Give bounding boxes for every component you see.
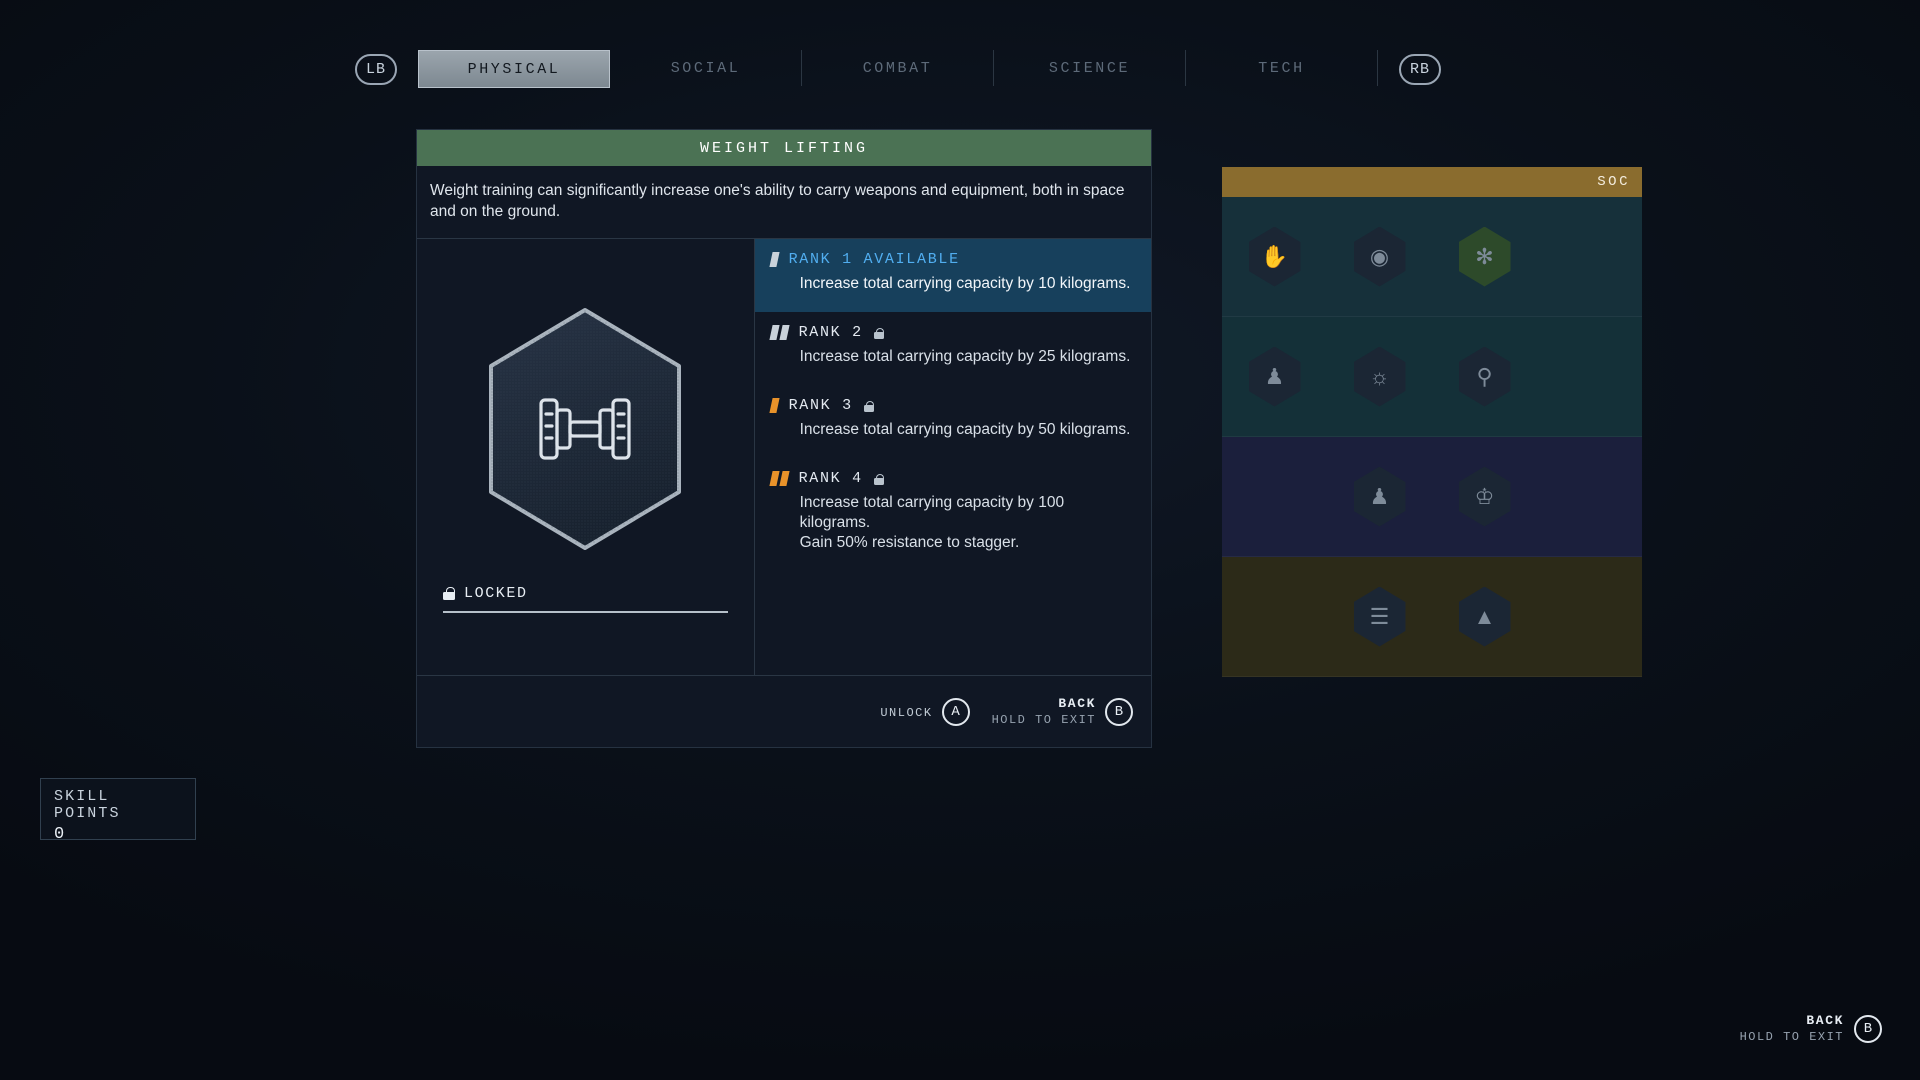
status-badge: LOCKED <box>464 585 528 602</box>
skill-cell[interactable]: ✻ <box>1432 197 1537 317</box>
back-action[interactable]: BACK HOLD TO EXIT B <box>992 696 1133 727</box>
skill-cell[interactable]: ♟ <box>1222 317 1327 437</box>
tab-science[interactable]: SCIENCE <box>994 50 1186 86</box>
person-icon: ♟ <box>1248 346 1301 407</box>
unlock-action[interactable]: UNLOCK A <box>880 697 970 726</box>
global-back-hint[interactable]: BACK HOLD TO EXIT B <box>1740 1013 1882 1044</box>
global-back-sublabel: HOLD TO EXIT <box>1739 1030 1844 1044</box>
plant-icon: ✻ <box>1458 226 1511 287</box>
rank-3-description: Increase total carrying capacity by 50 k… <box>799 421 1131 438</box>
skill-cell[interactable]: ✋ <box>1222 197 1327 317</box>
tab-physical[interactable]: PHYSICAL <box>418 50 610 88</box>
person2-icon: ♔ <box>1458 466 1511 527</box>
skill-cell[interactable] <box>1537 317 1642 437</box>
skill-detail-card: WEIGHT LIFTING Weight training can signi… <box>416 129 1152 748</box>
tab-tech[interactable]: TECH <box>1186 50 1378 86</box>
b-button-icon[interactable]: B <box>1854 1014 1882 1043</box>
rank-4-pips <box>768 471 790 486</box>
skill-grid-row-4: ☰ ▲ <box>1222 557 1642 677</box>
card-action-bar: UNLOCK A BACK HOLD TO EXIT B <box>417 675 1151 747</box>
skill-cell[interactable]: ☰ <box>1327 557 1432 677</box>
rank-1-header: RANK 1 AVAILABLE <box>768 251 1135 268</box>
rank-4-lock-icon <box>873 474 884 485</box>
helmet-icon: ◉ <box>1353 226 1406 287</box>
rank-2-description: Increase total carrying capacity by 25 k… <box>799 348 1131 365</box>
rank-1-pips <box>768 252 780 267</box>
rank-2-pips <box>768 325 790 340</box>
global-back-labels: BACK HOLD TO EXIT <box>1740 1013 1844 1044</box>
tower-icon: ☰ <box>1353 586 1406 647</box>
global-back-label: BACK <box>1806 1013 1844 1028</box>
skill-points-box: SKILL POINTS 0 <box>40 778 196 844</box>
category-tabs: PHYSICAL SOCIAL COMBAT SCIENCE TECH <box>418 50 1378 88</box>
rank-2-header: RANK 2 <box>768 324 1135 341</box>
figure-icon: ⚲ <box>1458 346 1511 407</box>
skill-cell[interactable] <box>1222 557 1327 677</box>
rank-1-label: RANK 1 AVAILABLE <box>788 251 960 268</box>
skill-cell[interactable]: ▲ <box>1432 557 1537 677</box>
skill-icon-column: LOCKED <box>417 239 755 675</box>
rank-2-label: RANK 2 <box>798 324 863 341</box>
rank-3-lock-icon <box>863 401 874 412</box>
skill-grid-category-header: SOC <box>1222 167 1642 197</box>
skill-grid-row-1: ✋ ◉ ✻ <box>1222 197 1642 317</box>
skill-description: Weight training can significantly increa… <box>417 166 1151 239</box>
skill-grid-panel: SOC ✋ ◉ ✻ ♟ ☼ ⚲ ♟ ♔ ☰ ▲ <box>1222 167 1642 677</box>
skill-progress-bar <box>443 611 728 613</box>
skill-cell[interactable] <box>1222 437 1327 557</box>
category-tabbar: LB PHYSICAL SOCIAL COMBAT SCIENCE TECH R… <box>355 50 1441 88</box>
dumbbell-icon <box>489 308 682 550</box>
unlock-labels: UNLOCK <box>880 704 932 720</box>
skill-cell[interactable] <box>1537 437 1642 557</box>
rank-3-pips <box>768 398 780 413</box>
tab-combat[interactable]: COMBAT <box>802 50 994 86</box>
rank-1-description: Increase total carrying capacity by 10 k… <box>799 275 1131 292</box>
rank-2-lock-icon <box>873 328 884 339</box>
skill-cell[interactable] <box>1537 557 1642 677</box>
rank-row-4[interactable]: RANK 4 Increase total carrying capacity … <box>755 458 1151 571</box>
skills-screen: LB PHYSICAL SOCIAL COMBAT SCIENCE TECH R… <box>0 0 1920 1080</box>
skill-hex-icon <box>443 273 728 585</box>
right-bumper-icon[interactable]: RB <box>1399 53 1441 85</box>
handshake-icon: ☼ <box>1353 346 1406 407</box>
skill-card-body: LOCKED RANK 1 AVAILABLE Increase total c… <box>417 239 1151 675</box>
b-button-icon[interactable]: B <box>1105 697 1133 726</box>
rank-3-header: RANK 3 <box>768 397 1135 414</box>
skill-cell[interactable]: ♔ <box>1432 437 1537 557</box>
hand-icon: ✋ <box>1248 226 1301 287</box>
skill-points-value: 0 <box>54 825 65 844</box>
rank-row-1[interactable]: RANK 1 AVAILABLE Increase total carrying… <box>754 239 1151 312</box>
skill-cell[interactable]: ◉ <box>1327 197 1432 317</box>
skill-cell[interactable] <box>1537 197 1642 317</box>
skill-points-label: SKILL POINTS <box>54 788 121 822</box>
rank-4-label: RANK 4 <box>798 470 863 487</box>
skill-title: WEIGHT LIFTING <box>417 130 1151 166</box>
skill-status-row: LOCKED <box>443 585 728 611</box>
rank-list: RANK 1 AVAILABLE Increase total carrying… <box>754 239 1151 675</box>
back-sublabel: HOLD TO EXIT <box>991 713 1096 727</box>
tab-social[interactable]: SOCIAL <box>610 50 802 86</box>
skill-grid-row-2: ♟ ☼ ⚲ <box>1222 317 1642 437</box>
rank-row-3[interactable]: RANK 3 Increase total carrying capacity … <box>755 385 1151 458</box>
left-bumper-icon[interactable]: LB <box>355 53 397 85</box>
rank-row-2[interactable]: RANK 2 Increase total carrying capacity … <box>755 312 1151 385</box>
rank-4-header: RANK 4 <box>768 470 1135 487</box>
back-label: BACK <box>1058 696 1096 711</box>
skill-cell[interactable]: ☼ <box>1327 317 1432 437</box>
monument-icon: ▲ <box>1458 586 1511 647</box>
rank-4-description: Increase total carrying capacity by 100 … <box>799 494 1065 551</box>
skill-cell[interactable]: ♟ <box>1327 437 1432 557</box>
skill-grid-row-3: ♟ ♔ <box>1222 437 1642 557</box>
unlock-label: UNLOCK <box>880 705 933 720</box>
skill-cell[interactable]: ⚲ <box>1432 317 1537 437</box>
suit-icon: ♟ <box>1353 466 1406 527</box>
a-button-icon[interactable]: A <box>941 697 970 726</box>
back-labels: BACK HOLD TO EXIT <box>992 696 1096 727</box>
lock-icon <box>443 587 455 600</box>
rank-3-label: RANK 3 <box>788 397 853 414</box>
